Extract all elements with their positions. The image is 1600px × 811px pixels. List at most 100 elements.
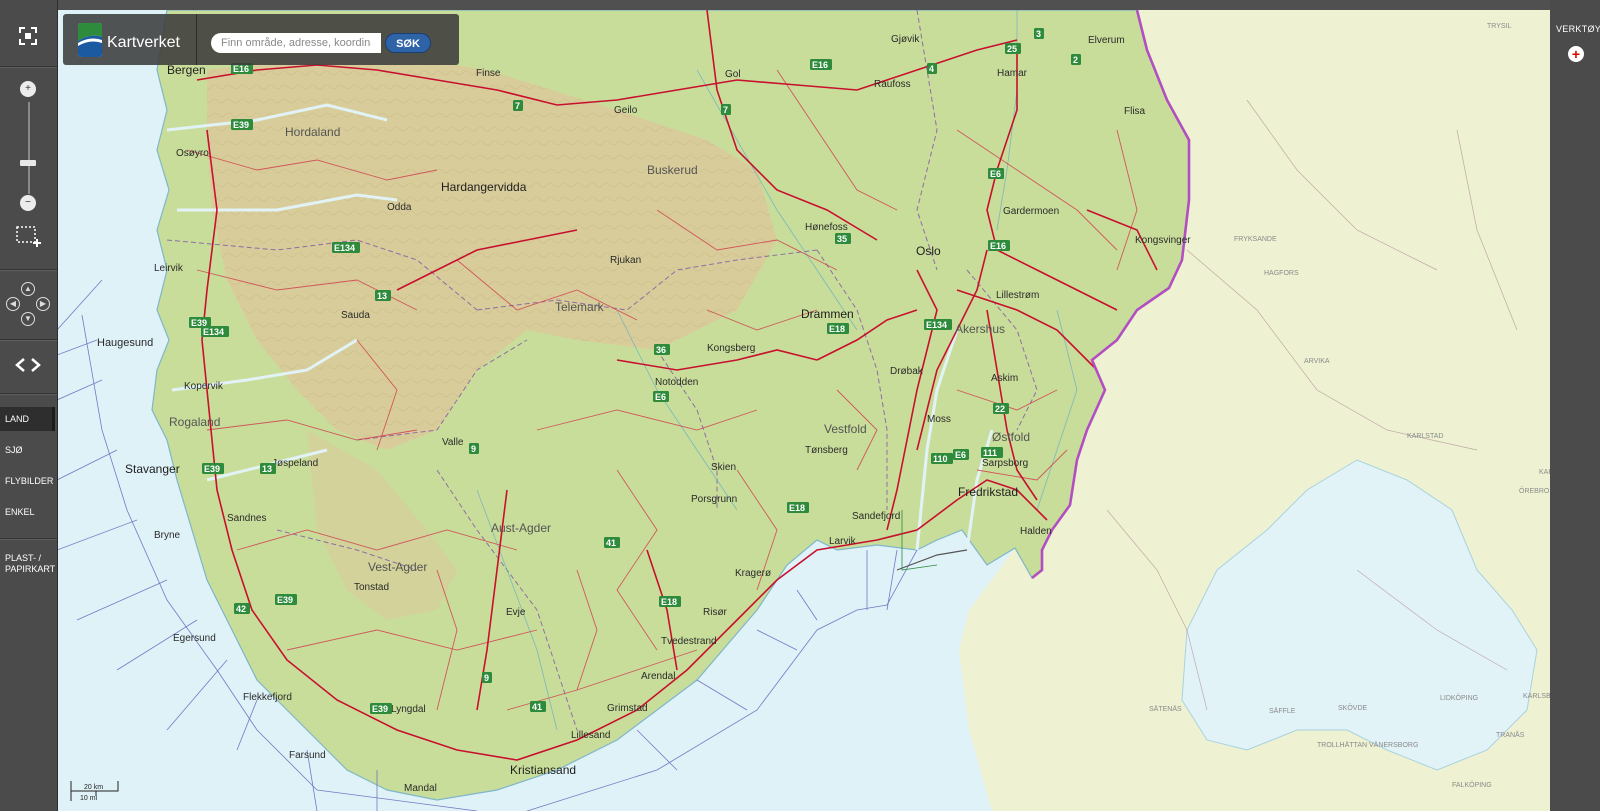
place-label: Skien — [711, 462, 736, 473]
place-label: Bryne — [154, 530, 181, 541]
place-label: Flisa — [1124, 106, 1146, 117]
place-label: Sarpsborg — [982, 458, 1028, 469]
place-label: Kongsberg — [707, 343, 755, 354]
svg-text:E16: E16 — [990, 241, 1006, 251]
route-shield: E39 — [202, 463, 224, 474]
place-label: Askim — [991, 373, 1018, 384]
route-shield: 111 — [981, 447, 1003, 458]
svg-text:7: 7 — [723, 105, 728, 115]
foreign-place-label: KARLSBORG — [1523, 693, 1550, 700]
svg-text:E39: E39 — [204, 464, 220, 474]
foreign-place-label: SKÖVDE — [1338, 704, 1368, 712]
search-input[interactable] — [211, 33, 381, 53]
svg-text:41: 41 — [532, 702, 542, 712]
paper-maps-link[interactable]: PLAST- / PAPIRKART — [5, 553, 57, 575]
place-label: Gardermoen — [1003, 206, 1059, 217]
place-label: Kristiansand — [510, 763, 576, 777]
svg-text:E6: E6 — [955, 450, 966, 460]
scale-bar: 20 km 10 mi — [70, 780, 120, 802]
region-label: Vestfold — [824, 422, 867, 436]
place-label: Evje — [506, 607, 526, 618]
zoom-out-button[interactable]: − — [20, 195, 36, 211]
pan-up-icon[interactable]: ▲ — [21, 282, 35, 296]
route-shield: 9 — [469, 443, 479, 454]
pan-down-icon[interactable]: ▼ — [21, 312, 35, 326]
scale-km-label: 20 km — [84, 784, 103, 791]
top-bar — [0, 0, 1600, 10]
place-label: Gol — [725, 69, 741, 80]
foreign-place-label: ARVIKA — [1304, 358, 1330, 365]
layer-aerial-button[interactable]: FLYBILDER — [0, 469, 55, 493]
zoom-slider-handle[interactable] — [20, 160, 36, 166]
fullscreen-icon[interactable] — [18, 26, 38, 46]
svg-text:E18: E18 — [789, 503, 805, 513]
route-shield: E39 — [275, 594, 297, 605]
pan-right-icon[interactable]: ▶ — [36, 297, 50, 311]
route-shield: 41 — [604, 537, 620, 548]
region-label: Vest-Agder — [368, 560, 427, 574]
place-label: Egersund — [173, 633, 216, 644]
map-canvas[interactable]: Bergen Finse Gol Gjøvik Elverum Hamar Raufoss F… — [57, 10, 1550, 811]
brand-logo[interactable]: Kartverket — [63, 14, 197, 65]
svg-text:E6: E6 — [655, 392, 666, 402]
route-shield: 2 — [1071, 54, 1081, 65]
search-button[interactable]: SØK — [385, 33, 431, 53]
place-label: Leirvik — [154, 263, 184, 274]
svg-text:3: 3 — [1036, 29, 1041, 39]
place-label: Elverum — [1088, 35, 1125, 46]
route-shield: E18 — [827, 323, 849, 334]
separator — [0, 393, 57, 395]
layer-simple-button[interactable]: ENKEL — [0, 500, 55, 524]
place-label: Larvik — [829, 536, 857, 547]
svg-text:E16: E16 — [812, 60, 828, 70]
map-header: Kartverket SØK — [63, 14, 459, 65]
svg-text:13: 13 — [377, 291, 387, 301]
zoom-box-icon[interactable] — [16, 226, 42, 248]
layer-sea-button[interactable]: SJØ — [0, 438, 55, 462]
svg-text:E18: E18 — [829, 324, 845, 334]
pan-left-icon[interactable]: ◀ — [6, 297, 20, 311]
place-label: Hamar — [997, 68, 1028, 79]
tools-label[interactable]: VERKTØY — [1556, 24, 1600, 34]
separator — [0, 538, 57, 540]
route-shield: E18 — [787, 502, 809, 513]
place-label: Drammen — [801, 307, 854, 321]
place-label: Gjøvik — [891, 34, 920, 45]
logo-icon — [78, 23, 102, 57]
route-shield: E134 — [924, 319, 952, 330]
place-label: Flekkefjord — [243, 692, 292, 703]
layer-land-button[interactable]: LAND — [0, 407, 55, 431]
foreign-place-label: TROLLHÄTTAN VÄNERSBORG — [1317, 741, 1418, 749]
place-label: Mandal — [404, 783, 437, 794]
svg-text:25: 25 — [1007, 44, 1017, 54]
region-label: Buskerud — [647, 163, 698, 177]
add-tool-icon[interactable]: + — [1568, 46, 1584, 62]
route-shield: E16 — [988, 240, 1010, 251]
place-label: Jøspeland — [272, 458, 318, 469]
svg-text:13: 13 — [262, 464, 272, 474]
place-label: Stavanger — [125, 462, 180, 476]
svg-text:E39: E39 — [277, 595, 293, 605]
zoom-in-button[interactable]: + — [20, 81, 36, 97]
embed-code-icon[interactable] — [14, 355, 42, 375]
place-label: Grimstad — [607, 703, 648, 714]
route-shield: E6 — [953, 449, 969, 460]
route-shield: 9 — [482, 672, 492, 683]
zoom-slider-track[interactable] — [28, 102, 30, 194]
foreign-place-label: KARLSTAD — [1407, 433, 1443, 440]
place-label: Fredrikstad — [958, 485, 1018, 499]
place-label: Kragerø — [735, 568, 771, 579]
region-label: Akershus — [955, 322, 1005, 336]
region-label: Rogaland — [169, 415, 220, 429]
map-graphic[interactable]: Bergen Finse Gol Gjøvik Elverum Hamar Raufoss F… — [57, 10, 1550, 811]
place-label: Porsgrunn — [691, 494, 737, 505]
route-shield: E6 — [988, 168, 1004, 179]
foreign-place-label: KARLSKOGA — [1539, 469, 1550, 476]
place-label: Drøbak — [890, 366, 924, 377]
scale-mi-label: 10 mi — [80, 795, 98, 802]
place-label: Bergen — [167, 63, 206, 77]
place-label: Odda — [387, 202, 412, 213]
place-label: Finse — [476, 68, 501, 79]
route-shield: E134 — [332, 242, 360, 253]
route-shield: E18 — [659, 596, 681, 607]
